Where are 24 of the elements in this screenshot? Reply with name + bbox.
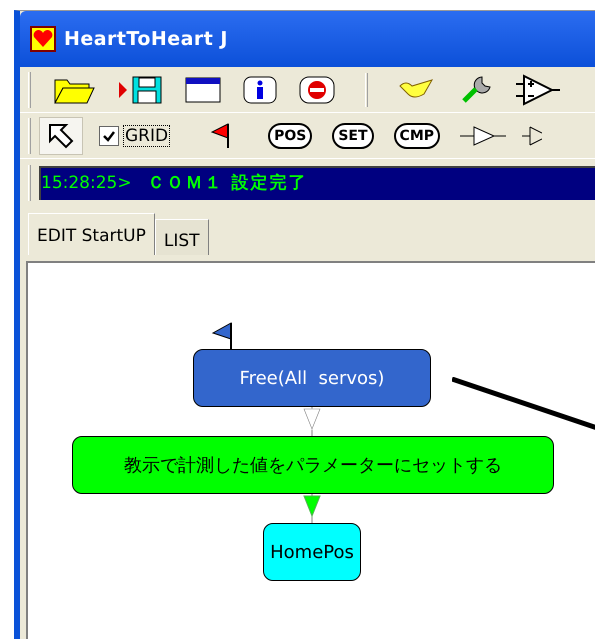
- diode-icon[interactable]: [460, 124, 506, 148]
- grid-label[interactable]: GRID: [123, 124, 170, 146]
- flow-node[interactable]: 教示で計測した値をパラメーターにセットする: [72, 436, 554, 494]
- tab[interactable]: EDIT StartUP: [28, 213, 155, 255]
- connector-arrow: [303, 407, 321, 436]
- flow-node[interactable]: HomePos: [263, 523, 361, 581]
- diode-icon[interactable]: [522, 124, 542, 148]
- connector-arrow: [303, 494, 321, 523]
- status-message: ＣＯＭ１ 設定完了: [148, 172, 308, 196]
- window-title: HeartToHeart J: [64, 26, 228, 52]
- amplifier-icon[interactable]: [516, 74, 560, 106]
- save-icon[interactable]: [117, 76, 163, 104]
- grid-checkbox[interactable]: [99, 126, 119, 146]
- info-icon[interactable]: [243, 76, 277, 104]
- command-button[interactable]: POS: [268, 122, 312, 148]
- status-time: 15:28:25>: [41, 172, 132, 196]
- pointer-tool[interactable]: [39, 116, 83, 154]
- flow-node[interactable]: Free(All servos): [193, 349, 431, 407]
- stop-icon[interactable]: [299, 76, 335, 104]
- command-button[interactable]: SET: [332, 122, 374, 148]
- check-icon: [102, 128, 116, 142]
- command-button[interactable]: CMP: [394, 122, 440, 148]
- tab[interactable]: LIST: [154, 219, 209, 255]
- window-icon[interactable]: [185, 76, 221, 102]
